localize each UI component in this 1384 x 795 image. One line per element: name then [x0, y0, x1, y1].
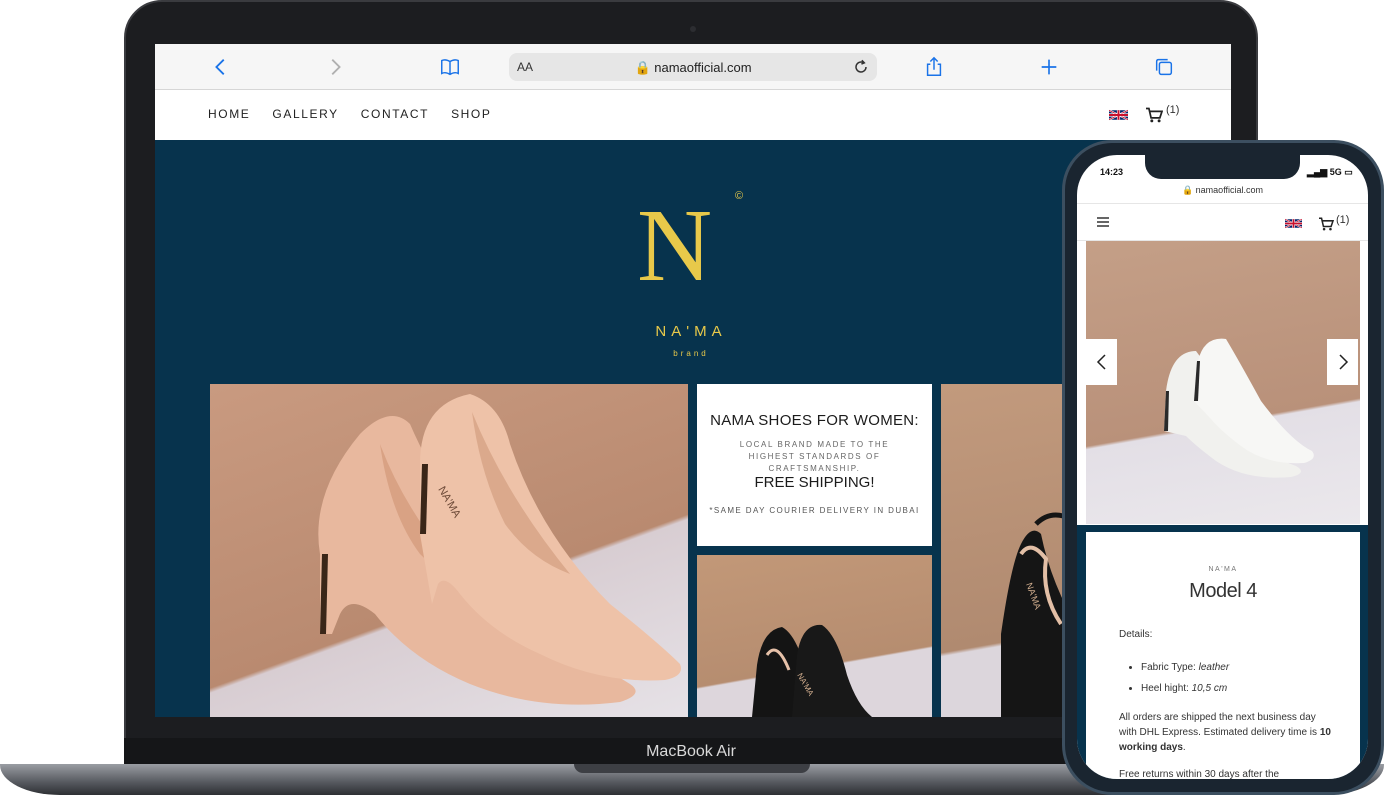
cart-icon[interactable] — [1318, 217, 1334, 231]
slider-prev-button[interactable] — [1086, 339, 1117, 385]
laptop-hinge-notch — [574, 764, 810, 773]
spec-fabric-value: leather — [1198, 662, 1230, 673]
new-tab-button[interactable] — [1036, 54, 1062, 80]
nav-home[interactable]: HOME — [208, 107, 250, 121]
returns-info: Free returns within 30 days after the — [1119, 769, 1280, 779]
spec-fabric-label: Fabric Type: — [1141, 662, 1196, 673]
product-details-card: NA'MA Model 4 Details: Fabric Type: leat… — [1086, 532, 1360, 779]
share-icon — [926, 56, 942, 76]
network-type: 5G — [1329, 167, 1342, 177]
product-specs-list: Fabric Type: leather Heel hight: 10,5 cm — [1129, 657, 1229, 699]
laptop-camera — [690, 26, 696, 32]
product-title: Model 4 — [1189, 580, 1257, 602]
nav-shop[interactable]: SHOP — [451, 107, 491, 121]
spec-heel-label: Heel hight: — [1141, 683, 1189, 694]
brand-tagline: brand — [673, 349, 709, 358]
chevron-right-icon — [1338, 354, 1348, 370]
chevron-left-icon — [215, 59, 225, 75]
phone-url: namaofficial.com — [1195, 185, 1264, 195]
promo-subtitle: LOCAL BRAND MADE TO THE HIGHEST STANDARD… — [739, 440, 890, 473]
menu-icon[interactable] — [1097, 217, 1109, 227]
brand-name: NA'MA — [655, 323, 727, 340]
spec-heel-value: 10,5 cm — [1191, 683, 1228, 694]
uk-flag-icon[interactable] — [1285, 218, 1302, 229]
promo-title: NAMA SHOES FOR WOMEN: — [710, 412, 919, 429]
chevron-left-icon — [1096, 354, 1106, 370]
slider-next-button[interactable] — [1327, 339, 1358, 385]
browser-toolbar: AA 🔒 namaofficial.com — [155, 44, 1231, 90]
chevron-right-icon — [331, 59, 341, 75]
gallery-tile-black-heels[interactable]: NA'MA — [697, 555, 932, 717]
signal-icon: ▂▄▆ — [1307, 167, 1328, 177]
nav-gallery[interactable]: GALLERY — [272, 107, 338, 121]
status-signal: ▂▄▆ 5G ▭ — [1307, 167, 1353, 178]
phone-site-navigation: (1) — [1077, 203, 1368, 241]
device-mockup: MacBook Air AA 🔒 namaofficial.com HOME G… — [0, 0, 1384, 795]
spec-fabric: Fabric Type: leather — [1141, 657, 1229, 678]
cart-count: (1) — [1336, 214, 1350, 226]
shipping-end: . — [1182, 742, 1186, 753]
brand-logo-letter: N — [637, 188, 713, 303]
free-shipping-headline: FREE SHIPPING! — [754, 474, 875, 491]
shipping-info: All orders are shipped the next business… — [1119, 710, 1331, 755]
bookmarks-button[interactable] — [437, 54, 463, 80]
battery-icon: ▭ — [1344, 167, 1353, 177]
delivery-note: *SAME DAY COURIER DELIVERY IN DUBAI — [709, 506, 920, 515]
uk-flag-icon[interactable] — [1109, 109, 1128, 121]
promo-card: NAMA SHOES FOR WOMEN: LOCAL BRAND MADE T… — [697, 384, 932, 546]
black-heels-image: NA'MA — [752, 624, 872, 717]
reload-icon[interactable] — [851, 57, 871, 77]
tabs-button[interactable] — [1151, 54, 1177, 80]
lock-icon: 🔒 — [1181, 185, 1194, 195]
cart-icon[interactable] — [1145, 107, 1163, 123]
forward-button[interactable] — [322, 54, 348, 80]
details-label: Details: — [1119, 629, 1153, 640]
book-icon — [441, 59, 459, 76]
nav-links: HOME GALLERY CONTACT SHOP — [208, 107, 491, 121]
product-brand: NA'MA — [1208, 566, 1238, 573]
shipping-text: All orders are shipped the next business… — [1119, 712, 1318, 738]
address-bar[interactable]: AA 🔒 namaofficial.com — [509, 53, 877, 81]
address-url: 🔒 namaofficial.com — [509, 60, 877, 76]
spec-heel: Heel hight: 10,5 cm — [1141, 678, 1229, 699]
site-navigation: HOME GALLERY CONTACT SHOP (1) — [155, 90, 1231, 140]
copyright-mark: © — [735, 190, 744, 202]
nude-heels-image: NA'MA — [318, 394, 681, 705]
gallery-tile-nude-heels[interactable]: NA'MA — [210, 384, 688, 717]
phone-notch — [1145, 155, 1300, 179]
status-time: 14:23 — [1100, 167, 1124, 177]
plus-icon — [1041, 59, 1057, 75]
cart-count: (1) — [1166, 104, 1180, 116]
phone-screen: 14:23 ▂▄▆ 5G ▭ 🔒 namaofficial.com (1) NA… — [1077, 155, 1368, 779]
white-heels-image — [1164, 338, 1314, 478]
url-text: namaofficial.com — [654, 60, 752, 75]
share-button[interactable] — [921, 54, 947, 80]
back-button[interactable] — [208, 54, 234, 80]
lock-icon: 🔒 — [634, 60, 651, 75]
product-image-slider[interactable] — [1086, 241, 1360, 524]
nav-contact[interactable]: CONTACT — [361, 107, 429, 121]
phone-address-bar[interactable]: 🔒 namaofficial.com — [1077, 185, 1368, 196]
tabs-icon — [1155, 58, 1173, 76]
